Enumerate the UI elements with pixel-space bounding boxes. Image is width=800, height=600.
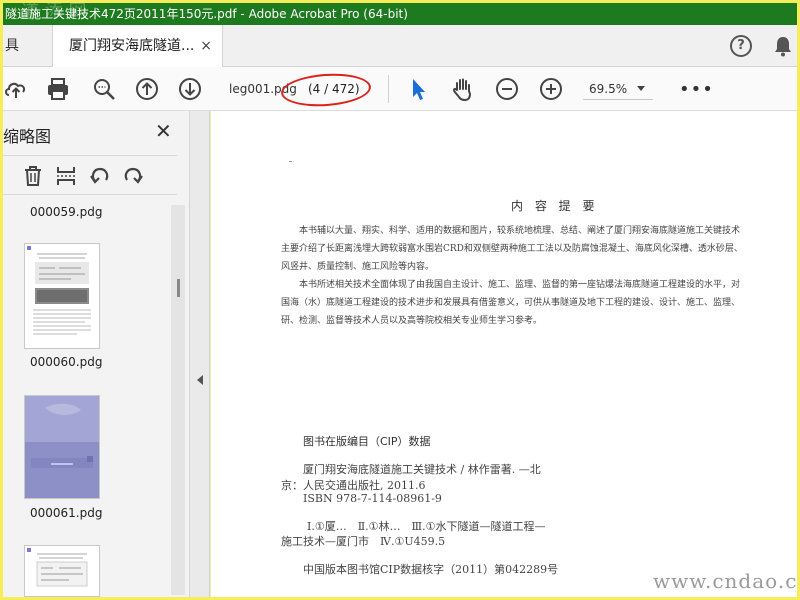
cip-line: 厦门翔安海底隧道施工关键技术 / 林作雷著. —北	[303, 463, 541, 476]
annotation-circle	[279, 70, 373, 110]
window-title-bar: 隧道施工关键技术472页2011年150元.pdf - Adobe Acroba…	[3, 3, 797, 25]
page-mark	[289, 161, 292, 162]
zoom-in-icon[interactable]	[538, 76, 564, 102]
thumbnail-preview	[27, 246, 96, 345]
thumbnail-scrollbar[interactable]	[171, 205, 185, 595]
next-page-icon[interactable]	[177, 76, 203, 102]
cip-title: 图书在版编目（CIP）数据	[303, 435, 431, 448]
hand-tool-icon[interactable]	[450, 76, 476, 102]
cip-line: ISBN 978-7-114-08961-9	[303, 492, 442, 505]
select-cursor-icon[interactable]	[405, 76, 431, 102]
insert-page-icon[interactable]	[54, 164, 78, 188]
rotate-left-icon[interactable]	[88, 164, 112, 188]
rotate-right-icon[interactable]	[121, 164, 145, 188]
thumbnail-preview	[27, 548, 88, 587]
thumbnail-label: 000060.pdg	[30, 355, 103, 369]
zoom-search-icon[interactable]	[91, 76, 117, 102]
zoom-out-icon[interactable]	[494, 76, 520, 102]
print-icon[interactable]	[45, 76, 71, 102]
tab-bar: 具 厦门翔安海底隧道... × ?	[3, 25, 797, 68]
paragraph-line: 研、检测、监督等技术人员以及高等院校相关专业师生学习参考。	[281, 316, 543, 326]
site-watermark: www.cndao.com	[653, 569, 797, 593]
paragraph-line: 风竖井、质量控制、施工风险等内容。	[281, 262, 435, 272]
thumbnail-label: 000059.pdg	[30, 205, 103, 219]
page-thumbnail[interactable]	[24, 395, 100, 499]
cip-line: 中国版本图书馆CIP数据核字（2011）第042289号	[303, 563, 559, 576]
thumbnail-label: 000061.pdg	[30, 506, 103, 520]
previous-page-icon[interactable]	[134, 76, 160, 102]
cip-line: Ⅰ.①厦… Ⅱ.①林… Ⅲ.①水下隧道—隧道工程—	[307, 520, 546, 533]
paragraph-line: 国海（水）底隧道工程建设的技术进步和发展具有借鉴意义，可供从事隧道及地下工程的建…	[281, 298, 741, 308]
panel-toolbar	[3, 155, 177, 195]
bell-icon[interactable]	[773, 35, 793, 57]
overlay-watermark: 道 添 网	[21, 3, 87, 22]
tab-close-icon[interactable]: ×	[200, 25, 212, 67]
collapse-arrow-icon[interactable]	[197, 375, 203, 385]
paragraph-line: 本书所述相关技术全面体现了由我国自主设计、施工、监理、监督的第一座钻爆法海底隧道…	[299, 280, 741, 290]
tab-document-label: 厦门翔安海底隧道...	[69, 38, 195, 54]
doc-heading: 内 容 提 要	[511, 199, 599, 213]
cip-line: 施工技术—厦门市 Ⅳ.①U459.5	[281, 535, 446, 548]
chevron-down-icon[interactable]	[637, 86, 645, 91]
panel-splitter[interactable]	[190, 111, 210, 597]
trash-icon[interactable]	[21, 164, 45, 188]
thumbnails-panel: 缩略图 ✕ 000059.pdg 000060.pdg 000061.pdg	[3, 111, 190, 597]
tab-document[interactable]: 厦门翔安海底隧道... ×	[53, 25, 223, 68]
paragraph-line: 本书辅以大量、翔实、科学、适用的数据和图片，较系统地梳理、总结、阐述了厦门翔安海…	[299, 226, 741, 236]
cip-line: 京：人民交通出版社, 2011.6	[281, 479, 426, 492]
paragraph-line: 主要介绍了长距离浅埋大跨软弱富水围岩CRD和双侧壁两种施工工法以及防腐蚀混凝土、…	[281, 244, 743, 254]
panel-close-icon[interactable]: ✕	[155, 119, 172, 143]
panel-title: 缩略图	[3, 127, 52, 146]
page-thumbnail[interactable]	[24, 243, 100, 349]
main-toolbar: leg001.pdg (4 / 472) 69.5% •••	[3, 67, 797, 111]
tab-tools[interactable]: 具	[3, 25, 53, 67]
panel-resize-handle[interactable]	[177, 279, 180, 297]
toolbar-divider	[388, 75, 389, 103]
help-icon[interactable]: ?	[730, 35, 752, 57]
more-options-icon[interactable]: •••	[679, 79, 714, 100]
document-page: 内 容 提 要 本书辅以大量、翔实、科学、适用的数据和图片，较系统地梳理、总结、…	[211, 111, 797, 597]
tab-tools-label: 具	[5, 38, 19, 54]
page-thumbnail[interactable]	[24, 545, 100, 597]
thumbnail-preview	[25, 396, 99, 498]
upload-cloud-icon[interactable]	[3, 76, 29, 102]
